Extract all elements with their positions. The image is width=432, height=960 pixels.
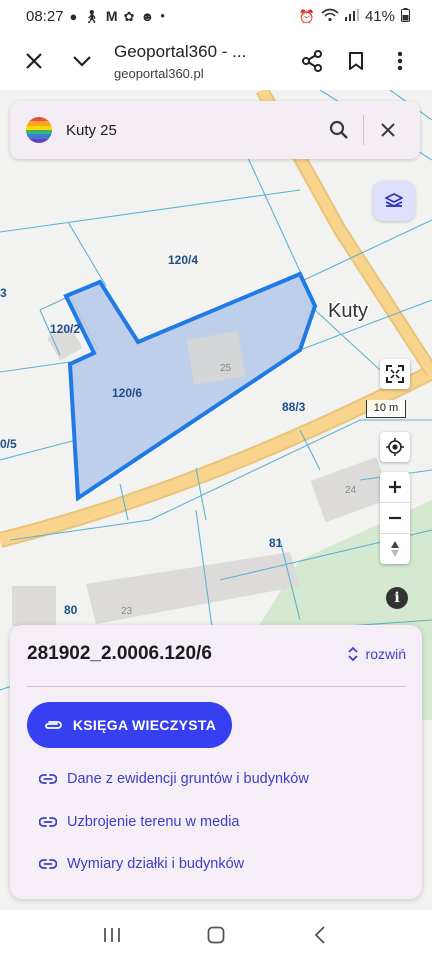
label-80: 80 — [64, 603, 78, 617]
label-building-24: 24 — [345, 485, 357, 496]
home-button[interactable] — [196, 915, 236, 955]
link-label-land-records: Dane z ewidencji gruntów i budynków — [67, 771, 309, 787]
info-icon: i — [394, 590, 400, 606]
paperclip-icon — [45, 721, 62, 729]
page-title-block[interactable]: Geoportal360 - ... geoportal360.pl — [104, 42, 290, 81]
label-120-4: 120/4 — [168, 253, 198, 267]
expand-label: rozwiń — [365, 646, 406, 662]
share-button[interactable] — [290, 39, 334, 83]
recent-apps-icon — [104, 928, 120, 942]
battery-percent: 41% — [364, 7, 395, 25]
link-icon — [39, 774, 57, 784]
info-button[interactable]: i — [386, 587, 408, 609]
locate-button[interactable] — [380, 432, 410, 462]
link-icon — [39, 859, 57, 869]
expand-tab-button[interactable] — [60, 39, 104, 83]
layers-icon — [385, 193, 403, 208]
layers-button[interactable] — [373, 181, 415, 221]
link-label-dimensions: Wymiary działki i budynków — [67, 856, 245, 872]
fullscreen-icon — [386, 365, 404, 383]
label-120-2: 120/2 — [50, 322, 80, 336]
close-icon — [381, 123, 395, 137]
search-icon — [329, 120, 348, 139]
system-nav-bar — [0, 910, 432, 960]
link-label-utilities: Uzbrojenie terenu w media — [67, 814, 240, 830]
bookmark-button[interactable] — [334, 39, 378, 83]
fullscreen-button[interactable] — [380, 359, 410, 389]
sheet-divider — [27, 686, 406, 687]
map-scale: 10 m — [366, 400, 406, 418]
geoportal-logo — [26, 117, 52, 143]
parcel-info-sheet: 281902_2.0006.120/6 rozwiń KSIĘGA WIECZY… — [10, 625, 422, 899]
signal-icon — [344, 9, 359, 23]
chevron-down-icon — [73, 56, 91, 67]
status-bar: 08:27 ● 🚶︎ M ✿ ☻ ● ⏰ 41% — [0, 0, 432, 32]
search-button[interactable] — [321, 112, 357, 148]
more-options-button[interactable] — [378, 39, 422, 83]
place-label-kuty: Kuty — [328, 300, 368, 322]
alarm-icon: ⏰ — [298, 8, 315, 24]
label-building-23: 23 — [121, 606, 133, 617]
search-divider — [363, 115, 364, 145]
account-icon: ☻ — [140, 8, 155, 24]
share-icon — [302, 50, 322, 72]
dot-icon: ● — [160, 11, 166, 20]
zoom-out-button[interactable] — [380, 502, 410, 533]
battery-icon — [401, 8, 410, 24]
expand-sheet-button[interactable]: rozwiń — [347, 646, 406, 662]
status-time: 08:27 — [26, 7, 64, 25]
label-building-25: 25 — [220, 363, 232, 374]
zoom-in-button[interactable] — [380, 472, 410, 502]
label-88-3: 88/3 — [282, 400, 306, 414]
label-3: 3 — [0, 286, 7, 300]
parcel-id: 281902_2.0006.120/6 — [27, 643, 212, 664]
compass-icon — [391, 541, 399, 557]
recent-apps-button[interactable] — [92, 915, 132, 955]
plus-icon — [389, 481, 401, 493]
status-right: ⏰ 41% — [299, 8, 410, 25]
unfold-icon — [347, 646, 358, 662]
label-120-6: 120/6 — [112, 386, 142, 400]
close-tab-button[interactable] — [12, 39, 56, 83]
wifi-icon — [321, 8, 339, 24]
locate-icon — [386, 438, 404, 456]
chat-icon: ● — [69, 8, 78, 24]
page-title: Geoportal360 - ... — [114, 41, 247, 61]
back-button[interactable] — [300, 915, 340, 955]
zoom-controls — [380, 472, 410, 564]
browser-toolbar: Geoportal360 - ... geoportal360.pl — [0, 32, 432, 90]
label-81: 81 — [269, 536, 283, 550]
land-register-button[interactable]: KSIĘGA WIECZYSTA — [27, 702, 232, 748]
link-utilities[interactable]: Uzbrojenie terenu w media — [39, 814, 239, 830]
link-land-records[interactable]: Dane z ewidencji gruntów i budynków — [39, 771, 309, 787]
status-left: 08:27 ● 🚶︎ M ✿ ☻ ● — [26, 8, 165, 25]
page-url: geoportal360.pl — [114, 65, 204, 81]
photos-icon: ✿ — [123, 8, 135, 24]
link-icon — [39, 817, 57, 827]
close-icon — [26, 53, 42, 69]
bookmark-icon — [349, 52, 363, 70]
home-icon — [207, 926, 225, 944]
minus-icon — [389, 516, 401, 520]
back-icon — [314, 926, 325, 944]
search-bar — [10, 101, 420, 159]
gmail-icon: M — [105, 8, 118, 24]
label-0-5: 0/5 — [0, 437, 17, 451]
walking-icon: 🚶︎ — [83, 8, 100, 24]
more-vert-icon — [397, 51, 403, 71]
building-25-overlay — [186, 330, 246, 386]
link-dimensions[interactable]: Wymiary działki i budynków — [39, 856, 244, 872]
clear-search-button[interactable] — [370, 112, 406, 148]
compass-button[interactable] — [380, 533, 410, 564]
building-west — [12, 586, 56, 626]
land-register-label: KSIĘGA WIECZYSTA — [72, 717, 217, 733]
selected-parcel-120-6[interactable] — [63, 271, 318, 502]
sheet-header: 281902_2.0006.120/6 rozwiń — [27, 643, 406, 665]
search-input[interactable] — [66, 121, 321, 139]
